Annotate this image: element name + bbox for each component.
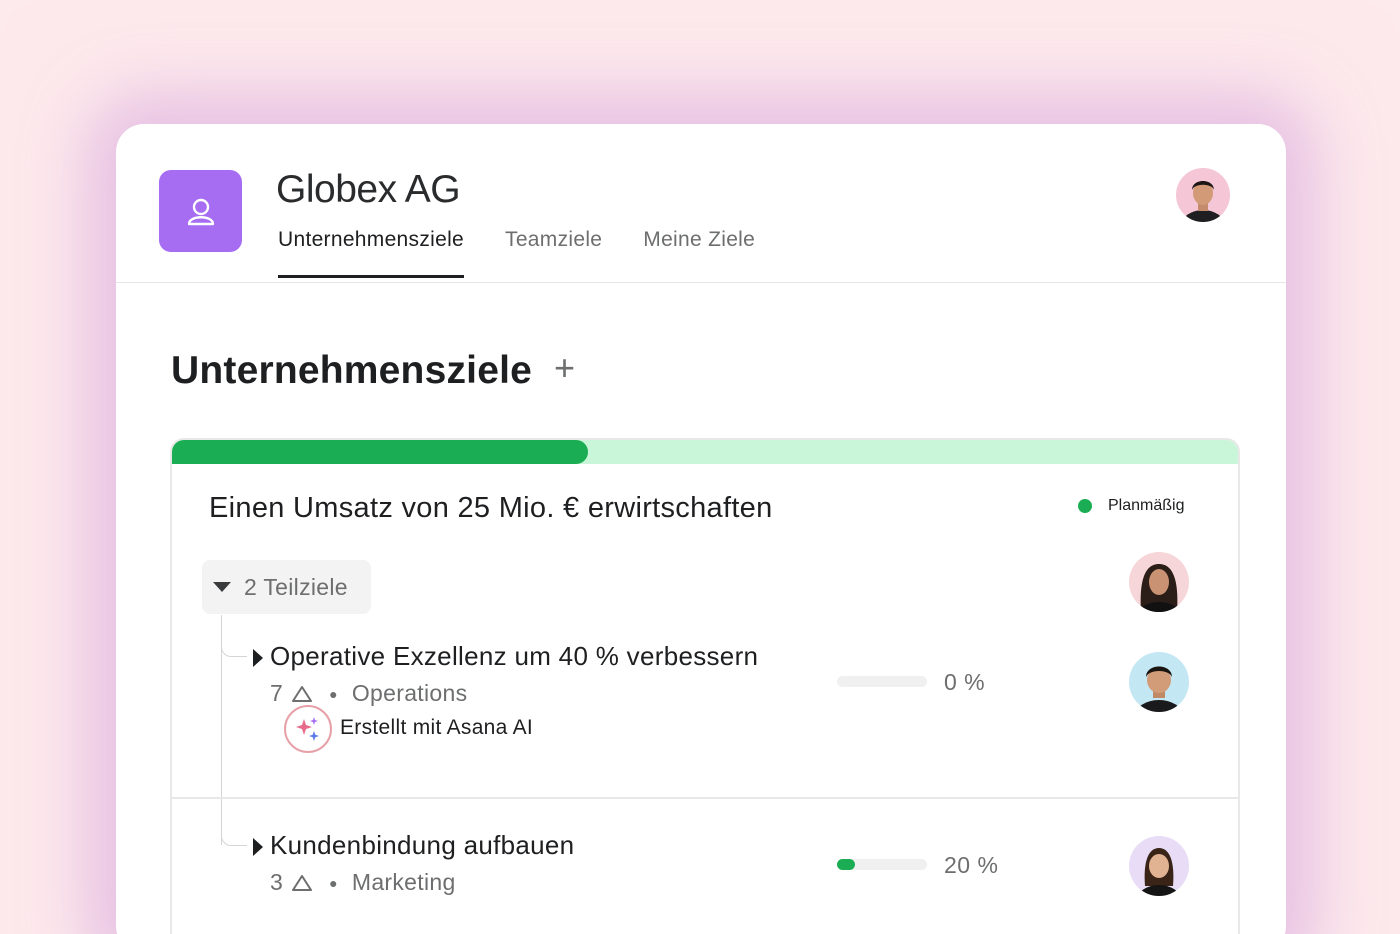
tab-teamziele[interactable]: Teamziele bbox=[505, 228, 602, 278]
subgoal-progress-track bbox=[837, 859, 927, 870]
expand-subgoal-caret-icon[interactable] bbox=[253, 649, 263, 667]
company-name: Globex AG bbox=[276, 168, 461, 211]
tab-bar: Unternehmensziele Teamziele Meine Ziele bbox=[278, 228, 796, 278]
subgoals-label: 2 Teilziele bbox=[244, 573, 348, 600]
subgoal-meta: 3 ● Marketing bbox=[270, 869, 456, 896]
status-label: Planmäßig bbox=[1108, 497, 1185, 514]
separator-dot: ● bbox=[329, 874, 338, 891]
avatar-woman-smiling-image bbox=[1129, 836, 1189, 896]
header-divider bbox=[116, 282, 1286, 283]
subgoal-progress-track bbox=[837, 676, 927, 687]
tab-unternehmensziele[interactable]: Unternehmensziele bbox=[278, 228, 465, 278]
asana-ai-label: Erstellt mit Asana AI bbox=[340, 716, 534, 739]
row-divider bbox=[172, 797, 1238, 799]
triangle-goal-icon bbox=[292, 874, 313, 891]
goal-progress-track bbox=[172, 440, 1238, 464]
subgoal-team[interactable]: Operations bbox=[352, 680, 468, 707]
avatar-man-smiling-image bbox=[1129, 652, 1189, 712]
goal-owner-avatar[interactable] bbox=[1129, 552, 1189, 612]
goals-window: Globex AG Unternehmensziele Teamziele Me… bbox=[116, 124, 1286, 934]
subgoal-meta: 7 ● Operations bbox=[270, 680, 467, 707]
company-logo[interactable] bbox=[159, 170, 242, 252]
people-icon bbox=[187, 198, 214, 226]
expand-subgoal-caret-icon[interactable] bbox=[253, 838, 263, 856]
goal-title[interactable]: Einen Umsatz von 25 Mio. € erwirtschafte… bbox=[209, 492, 773, 525]
caret-down-icon bbox=[213, 582, 231, 592]
subgoal-percent: 0 % bbox=[944, 669, 986, 695]
avatar-woman-image bbox=[1129, 552, 1189, 612]
status-dot bbox=[1078, 499, 1092, 513]
subgoal-count: 3 bbox=[270, 869, 284, 895]
page-title: Unternehmensziele bbox=[171, 349, 533, 392]
triangle-goal-icon bbox=[292, 685, 313, 702]
sparkle-icon bbox=[296, 717, 319, 741]
subgoal-title[interactable]: Operative Exzellenz um 40 % verbessern bbox=[270, 641, 758, 672]
subgoal-count: 7 bbox=[270, 680, 284, 706]
tab-meine-ziele[interactable]: Meine Ziele bbox=[643, 228, 755, 278]
subgoal-progress-fill bbox=[837, 859, 855, 870]
tree-branch bbox=[221, 615, 247, 657]
subgoal-title[interactable]: Kundenbindung aufbauen bbox=[270, 830, 574, 861]
subgoal-percent: 20 % bbox=[944, 852, 999, 878]
avatar-man-image bbox=[1176, 168, 1230, 222]
status-badge: Planmäßig bbox=[1078, 497, 1184, 515]
subgoal-owner-avatar[interactable] bbox=[1129, 836, 1189, 896]
goal-progress-fill bbox=[172, 440, 588, 464]
tree-branch bbox=[221, 820, 247, 846]
goal-card[interactable]: Einen Umsatz von 25 Mio. € erwirtschafte… bbox=[170, 438, 1240, 934]
user-avatar[interactable] bbox=[1176, 168, 1230, 222]
asana-ai-badge bbox=[284, 705, 332, 753]
add-goal-button[interactable]: + bbox=[554, 350, 575, 386]
separator-dot: ● bbox=[329, 685, 338, 702]
subgoal-owner-avatar[interactable] bbox=[1129, 652, 1189, 712]
subgoal-team[interactable]: Marketing bbox=[352, 869, 456, 896]
subgoals-toggle[interactable]: 2 Teilziele bbox=[202, 560, 371, 614]
